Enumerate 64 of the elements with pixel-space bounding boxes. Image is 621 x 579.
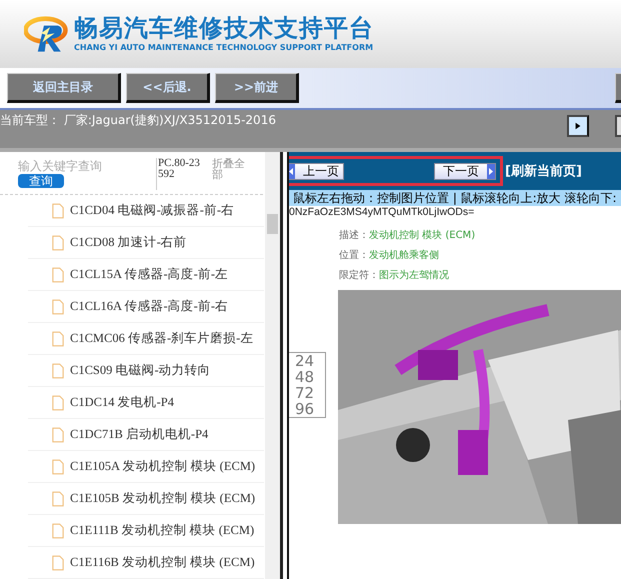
item-label: C1DC71B 启动机电机-P4 — [70, 426, 208, 443]
document-icon — [52, 490, 64, 506]
tree-item[interactable]: C1CL16A 传感器-高度-前-右 — [28, 291, 264, 323]
panel-toggle-button[interactable] — [567, 115, 589, 137]
logo-icon — [24, 14, 70, 54]
next-page-button[interactable]: 下一页 — [434, 162, 496, 180]
item-label: C1DC14 发电机-P4 — [70, 394, 174, 411]
field-value: 图示为左驾情况 — [379, 268, 449, 282]
document-icon — [52, 554, 64, 570]
tree-item[interactable]: C1E111B 发动机控制 模块 (ECM) — [28, 515, 264, 547]
play-icon — [574, 122, 582, 130]
document-code: 0NzFaOzE3MS4yMTQuMTk0LjIwODs= — [289, 206, 476, 218]
field-label: 位置： — [339, 248, 369, 262]
document-icon — [52, 458, 64, 474]
field-value: 发动机舱乘客侧 — [369, 248, 439, 262]
scale-number: 24 — [295, 353, 316, 369]
item-label: C1CD04 电磁阀-减振器-前-右 — [70, 202, 234, 219]
scale-number: 48 — [295, 369, 316, 385]
scrollbar[interactable] — [265, 152, 283, 579]
document-icon — [52, 298, 64, 314]
document-icon — [52, 202, 64, 218]
tree-item[interactable]: C1E116B 发动机控制 模块 (ECM) — [28, 547, 264, 579]
tree-item[interactable]: C1CL15A 传感器-高度-前-左 — [28, 259, 264, 291]
scrollbar-thumb[interactable] — [267, 214, 278, 234]
item-label: C1E105B 发动机控制 模块 (ECM) — [70, 490, 256, 507]
code-label: PC.80-23592 — [156, 158, 204, 190]
document-icon — [52, 330, 64, 346]
tree-item[interactable]: C1CD08 加速计-右前 — [28, 227, 264, 259]
item-label: C1CL16A 传感器-高度-前-右 — [70, 298, 228, 315]
field-label: 描述： — [339, 228, 369, 242]
item-label: C1CS09 电磁阀-动力转向 — [70, 362, 211, 379]
site-subtitle: CHANG YI AUTO MAINTENANCE TECHNOLOGY SUPPORT PLATFORM — [74, 42, 374, 54]
document-icon — [52, 266, 64, 282]
tree-item[interactable]: C1DC14 发电机-P4 — [28, 387, 264, 419]
tree-item[interactable]: C1CMC06 传感器-刹车片磨损-左 — [28, 323, 264, 355]
refresh-link[interactable]: [刷新当前页] — [505, 162, 582, 180]
document-icon — [52, 234, 64, 250]
item-label: C1E105A 发动机控制 模块 (ECM) — [70, 458, 256, 475]
site-title: 畅易汽车维修技术支持平台 — [74, 14, 374, 42]
panel-button[interactable] — [615, 115, 621, 137]
document-icon — [52, 394, 64, 410]
scale-number: 96 — [295, 401, 316, 417]
item-label: C1CMC06 传感器-刹车片磨损-左 — [70, 330, 254, 347]
hint-bar: 鼠标左右拖动：控制图片位置 | 鼠标滚轮向上:放大 滚轮向下: — [289, 190, 621, 206]
item-label: C1CD08 加速计-右前 — [70, 234, 187, 251]
tree-item[interactable]: C1CS09 电磁阀-动力转向 — [28, 355, 264, 387]
document-icon — [52, 426, 64, 442]
arrow-left-icon — [289, 164, 295, 178]
field-label: 限定符： — [339, 268, 379, 282]
vehicle-label: 当前车型： 厂家:Jaguar(捷豹)XJ/X3512015-2016 — [0, 113, 277, 127]
item-label: C1E116B 发动机控制 模块 (ECM) — [70, 554, 255, 571]
scale-number: 72 — [295, 385, 316, 401]
arrow-right-icon — [487, 164, 495, 178]
document-icon — [52, 362, 64, 378]
previous-page-button[interactable]: 上一页 — [289, 162, 344, 180]
search-button[interactable]: 查询 — [18, 174, 64, 188]
tree-item[interactable]: C1CD04 电磁阀-减振器-前-右 — [28, 195, 264, 227]
item-label: C1CL15A 传感器-高度-前-左 — [70, 266, 228, 283]
field-value: 发动机控制 模块 (ECM) — [369, 228, 476, 242]
tree-item[interactable]: C1E105B 发动机控制 模块 (ECM) — [28, 483, 264, 515]
tree-item[interactable]: C1DC71B 启动机电机-P4 — [28, 419, 264, 451]
item-label: C1E111B 发动机控制 模块 (ECM) — [70, 522, 254, 539]
document-icon — [52, 522, 64, 538]
tree-item[interactable]: C1E105A 发动机控制 模块 (ECM) — [28, 451, 264, 483]
